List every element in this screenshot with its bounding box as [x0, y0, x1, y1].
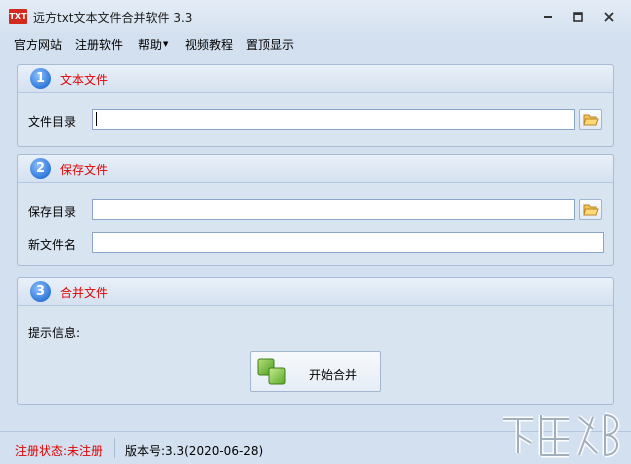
file-dir-field[interactable] [92, 109, 575, 130]
browse-file-dir-button[interactable] [579, 109, 602, 130]
version-info: 版本号:3.3(2020-06-28) [125, 444, 264, 458]
window-title: 远方txt文本文件合并软件 3.3 [33, 11, 193, 25]
step-3-badge: 3 [30, 281, 51, 302]
menu-help[interactable]: 帮助▼ [138, 36, 168, 53]
status-divider [114, 438, 115, 458]
folder-open-icon [583, 204, 599, 216]
step-1-badge: 1 [30, 68, 51, 89]
new-file-name-label: 新文件名 [28, 238, 77, 252]
save-dir-input[interactable] [92, 199, 575, 220]
start-merge-label: 开始合并 [309, 368, 358, 382]
dropdown-arrow-icon: ▼ [163, 40, 169, 48]
menu-help-label: 帮助 [138, 38, 163, 52]
new-file-name-input[interactable] [92, 232, 604, 253]
app-window: TXT 远方txt文本文件合并软件 3.3 官方网站 注册软件 帮助▼ 视频教程… [0, 0, 631, 464]
merge-icon [257, 358, 286, 385]
title-bar[interactable]: TXT 远方txt文本文件合并软件 3.3 [0, 0, 631, 33]
app-icon: TXT [9, 9, 27, 24]
browse-save-dir-button[interactable] [579, 199, 602, 220]
save-dir-label: 保存目录 [28, 205, 77, 219]
registration-status: 注册状态:未注册 [15, 444, 104, 458]
minimize-button[interactable] [541, 10, 555, 24]
text-files-title: 文本文件 [60, 73, 109, 87]
menu-bar: 官方网站 注册软件 帮助▼ 视频教程 置顶显示 [0, 33, 631, 55]
file-dir-input[interactable] [92, 109, 575, 130]
step-2-badge: 2 [30, 158, 51, 179]
close-button[interactable] [602, 10, 616, 24]
merge-panel-header: 3 合并文件 [18, 278, 613, 306]
text-caret [96, 112, 97, 126]
menu-pin-top[interactable]: 置顶显示 [246, 36, 294, 53]
text-files-panel: 1 文本文件 文件目录 [17, 64, 614, 147]
save-files-title: 保存文件 [60, 163, 109, 177]
close-icon [604, 12, 614, 22]
menu-official-site[interactable]: 官方网站 [14, 36, 62, 53]
start-merge-button[interactable]: 开始合并 [250, 351, 381, 392]
minimize-icon [544, 16, 552, 18]
folder-open-icon [583, 114, 599, 126]
menu-video-tutorial[interactable]: 视频教程 [185, 36, 233, 53]
file-dir-label: 文件目录 [28, 115, 77, 129]
text-files-panel-header: 1 文本文件 [18, 65, 613, 93]
save-files-panel-header: 2 保存文件 [18, 155, 613, 183]
merge-title: 合并文件 [60, 286, 109, 300]
maximize-button[interactable] [571, 10, 585, 24]
info-label: 提示信息: [28, 326, 81, 340]
watermark-logo [503, 412, 620, 458]
menu-register[interactable]: 注册软件 [75, 36, 123, 53]
maximize-icon [573, 12, 583, 22]
save-files-panel: 2 保存文件 保存目录 新文件名 [17, 154, 614, 266]
